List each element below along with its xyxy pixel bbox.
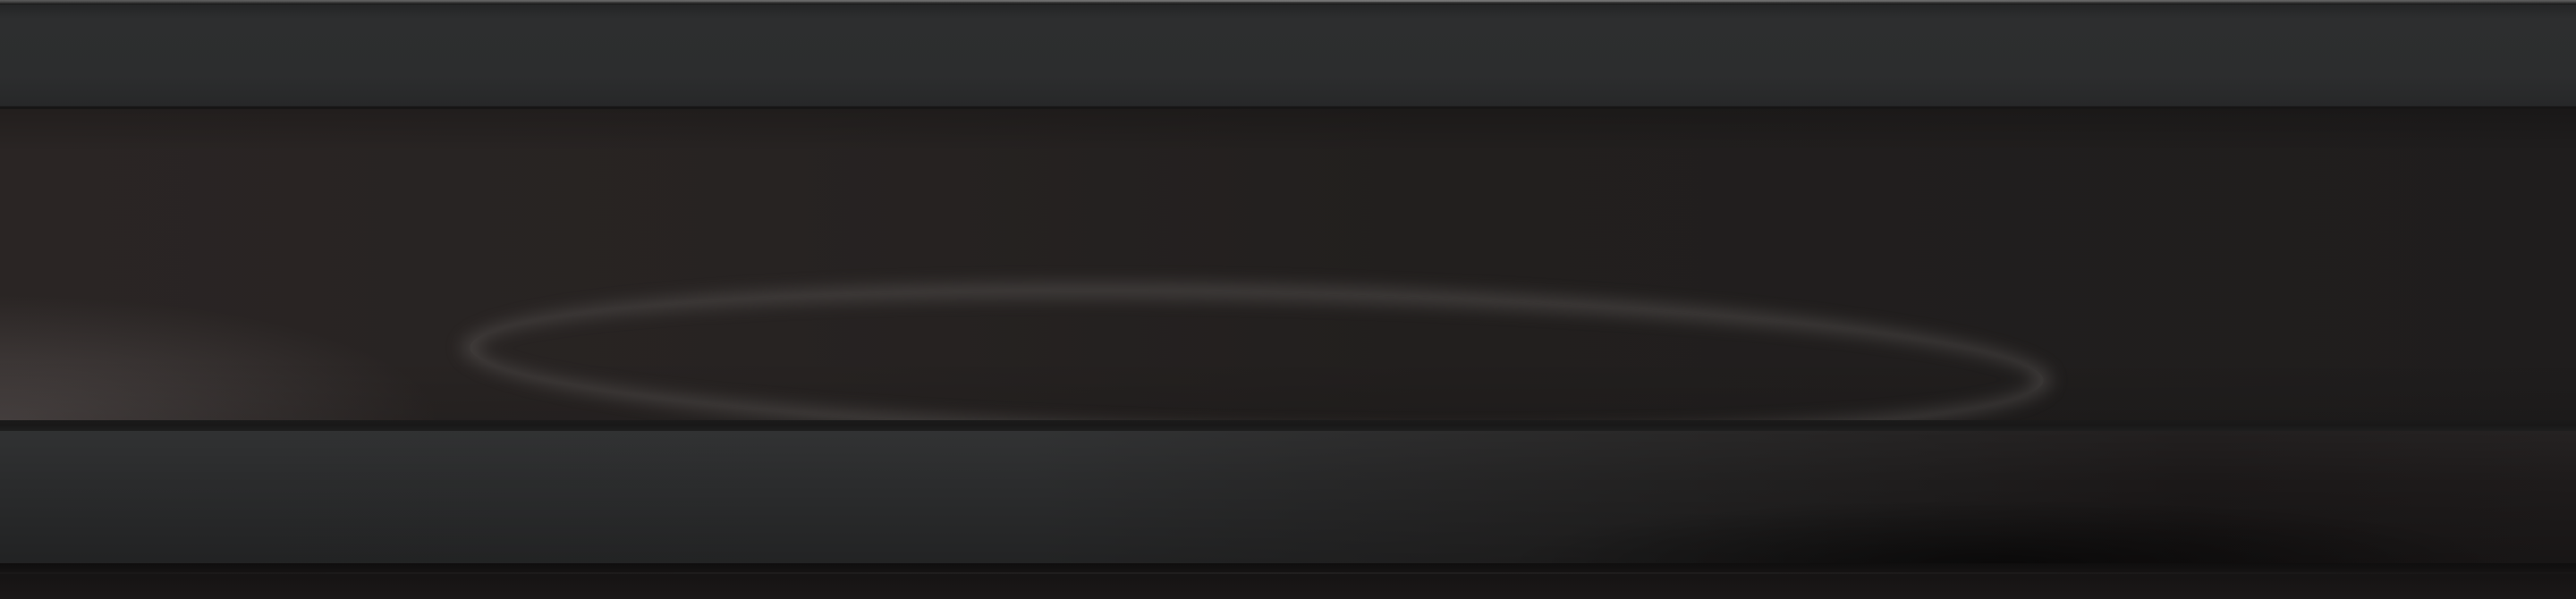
bottom-toolbar — [0, 431, 2576, 563]
main-content-area — [0, 109, 2576, 420]
top-toolbar — [0, 4, 2576, 109]
app-window — [0, 0, 2576, 599]
status-bar — [0, 563, 2576, 599]
panel-divider — [0, 420, 2576, 431]
